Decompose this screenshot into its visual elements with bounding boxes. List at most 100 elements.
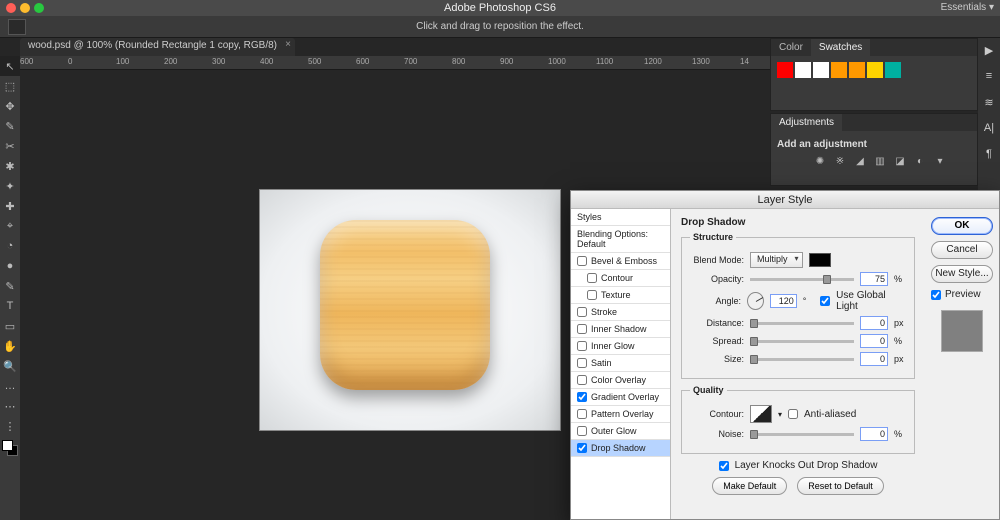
style-checkbox-oglow[interactable] (577, 426, 587, 436)
blend-mode-select[interactable]: Multiply (750, 252, 803, 268)
zoom-icon[interactable] (34, 3, 44, 13)
style-row-satin[interactable]: Satin (571, 355, 670, 372)
ok-button[interactable]: OK (931, 217, 993, 235)
adjustment-icon[interactable]: ◪ (893, 156, 907, 168)
tool-slot-4[interactable]: ✂ (0, 136, 20, 156)
reset-default-button[interactable]: Reset to Default (797, 477, 884, 495)
style-checkbox-texture[interactable] (587, 290, 597, 300)
workspace-selector[interactable]: Essentials ▾ (941, 0, 994, 16)
tab-color[interactable]: Color (771, 39, 811, 56)
angle-input[interactable]: 120 (770, 294, 797, 308)
panel-tab-icon[interactable]: ¶ (982, 148, 996, 162)
noise-slider[interactable] (750, 433, 854, 436)
tool-slot-0[interactable]: ↖ (0, 56, 20, 76)
blending-header[interactable]: Blending Options: Default (571, 226, 670, 253)
swatch[interactable] (867, 62, 883, 78)
adjustment-icon[interactable]: ✺ (813, 156, 827, 168)
style-checkbox-covl[interactable] (577, 375, 587, 385)
adjustment-icon[interactable]: ※ (833, 156, 847, 168)
size-input[interactable]: 0 (860, 352, 888, 366)
style-row-ishad[interactable]: Inner Shadow (571, 321, 670, 338)
style-row-label: Pattern Overlay (591, 409, 654, 419)
minimize-icon[interactable] (20, 3, 30, 13)
style-checkbox-satin[interactable] (577, 358, 587, 368)
tool-slot-16[interactable]: … (0, 376, 20, 396)
tool-slot-9[interactable]: ◔ (0, 236, 20, 256)
close-icon[interactable] (6, 3, 16, 13)
style-checkbox-govl[interactable] (577, 392, 587, 402)
shadow-color-swatch[interactable] (809, 253, 831, 267)
new-style-button[interactable]: New Style... (931, 265, 993, 283)
style-checkbox-povl[interactable] (577, 409, 587, 419)
adjustment-icon[interactable]: ◐ (913, 156, 927, 168)
adjustment-icon[interactable]: ◢ (853, 156, 867, 168)
preview-checkbox[interactable] (931, 290, 941, 300)
style-checkbox-iglow[interactable] (577, 341, 587, 351)
style-checkbox-contour[interactable] (587, 273, 597, 283)
style-row-govl[interactable]: Gradient Overlay (571, 389, 670, 406)
style-row-dshad[interactable]: Drop Shadow (571, 440, 670, 457)
style-checkbox-stroke[interactable] (577, 307, 587, 317)
contour-picker[interactable] (750, 405, 772, 423)
document-tab[interactable]: wood.psd @ 100% (Rounded Rectangle 1 cop… (20, 38, 295, 56)
cancel-button[interactable]: Cancel (931, 241, 993, 259)
tool-slot-8[interactable]: ⌖ (0, 216, 20, 236)
tool-slot-1[interactable]: ⬚ (0, 76, 20, 96)
tab-close-icon[interactable]: × (285, 39, 291, 50)
style-row-iglow[interactable]: Inner Glow (571, 338, 670, 355)
tool-slot-13[interactable]: ▭ (0, 316, 20, 336)
tool-slot-7[interactable]: ✚ (0, 196, 20, 216)
style-checkbox-ishad[interactable] (577, 324, 587, 334)
tool-slot-17[interactable]: ⋯ (0, 396, 20, 416)
swatch[interactable] (795, 62, 811, 78)
spread-input[interactable]: 0 (860, 334, 888, 348)
tab-adjustments[interactable]: Adjustments (771, 114, 842, 131)
styles-header[interactable]: Styles (571, 209, 670, 226)
swatch[interactable] (777, 62, 793, 78)
swatch[interactable] (885, 62, 901, 78)
tool-slot-11[interactable]: ✎ (0, 276, 20, 296)
opacity-slider[interactable] (750, 278, 854, 281)
size-slider[interactable] (750, 358, 854, 361)
swatch[interactable] (849, 62, 865, 78)
tab-swatches[interactable]: Swatches (811, 39, 870, 56)
panel-tab-icon[interactable]: ▶ (982, 44, 996, 58)
style-checkbox-bevel[interactable] (577, 256, 587, 266)
tool-slot-10[interactable]: ● (0, 256, 20, 276)
style-checkbox-dshad[interactable] (577, 443, 587, 453)
tool-slot-15[interactable]: 🔍 (0, 356, 20, 376)
tool-slot-18[interactable]: ⋮ (0, 416, 20, 436)
style-row-texture[interactable]: Texture (571, 287, 670, 304)
style-row-stroke[interactable]: Stroke (571, 304, 670, 321)
tool-slot-14[interactable]: ✋ (0, 336, 20, 356)
knockout-checkbox[interactable] (719, 461, 729, 471)
swatch[interactable] (813, 62, 829, 78)
tool-slot-2[interactable]: ✥ (0, 96, 20, 116)
style-row-povl[interactable]: Pattern Overlay (571, 406, 670, 423)
style-row-bevel[interactable]: Bevel & Emboss (571, 253, 670, 270)
panel-tab-icon[interactable]: ≡ (982, 70, 996, 84)
noise-input[interactable]: 0 (860, 427, 888, 441)
adjustment-icon[interactable]: ▾ (933, 156, 947, 168)
tool-slot-6[interactable]: ✦ (0, 176, 20, 196)
use-global-light-checkbox[interactable] (820, 296, 830, 306)
panel-tab-icon[interactable]: A| (982, 122, 996, 136)
angle-dial[interactable] (747, 292, 764, 310)
style-row-covl[interactable]: Color Overlay (571, 372, 670, 389)
distance-input[interactable]: 0 (860, 316, 888, 330)
adjustment-icon[interactable]: ▥ (873, 156, 887, 168)
distance-slider[interactable] (750, 322, 854, 325)
make-default-button[interactable]: Make Default (712, 477, 787, 495)
fg-bg-swatch[interactable] (2, 440, 18, 456)
tool-slot-5[interactable]: ✱ (0, 156, 20, 176)
tool-slot-3[interactable]: ✎ (0, 116, 20, 136)
tool-slot-12[interactable]: T (0, 296, 20, 316)
chevron-down-icon[interactable]: ▾ (778, 410, 782, 419)
anti-aliased-checkbox[interactable] (788, 409, 798, 419)
swatch[interactable] (831, 62, 847, 78)
opacity-input[interactable]: 75 (860, 272, 888, 286)
panel-tab-icon[interactable]: ≋ (982, 96, 996, 110)
style-row-contour[interactable]: Contour (571, 270, 670, 287)
style-row-oglow[interactable]: Outer Glow (571, 423, 670, 440)
spread-slider[interactable] (750, 340, 854, 343)
